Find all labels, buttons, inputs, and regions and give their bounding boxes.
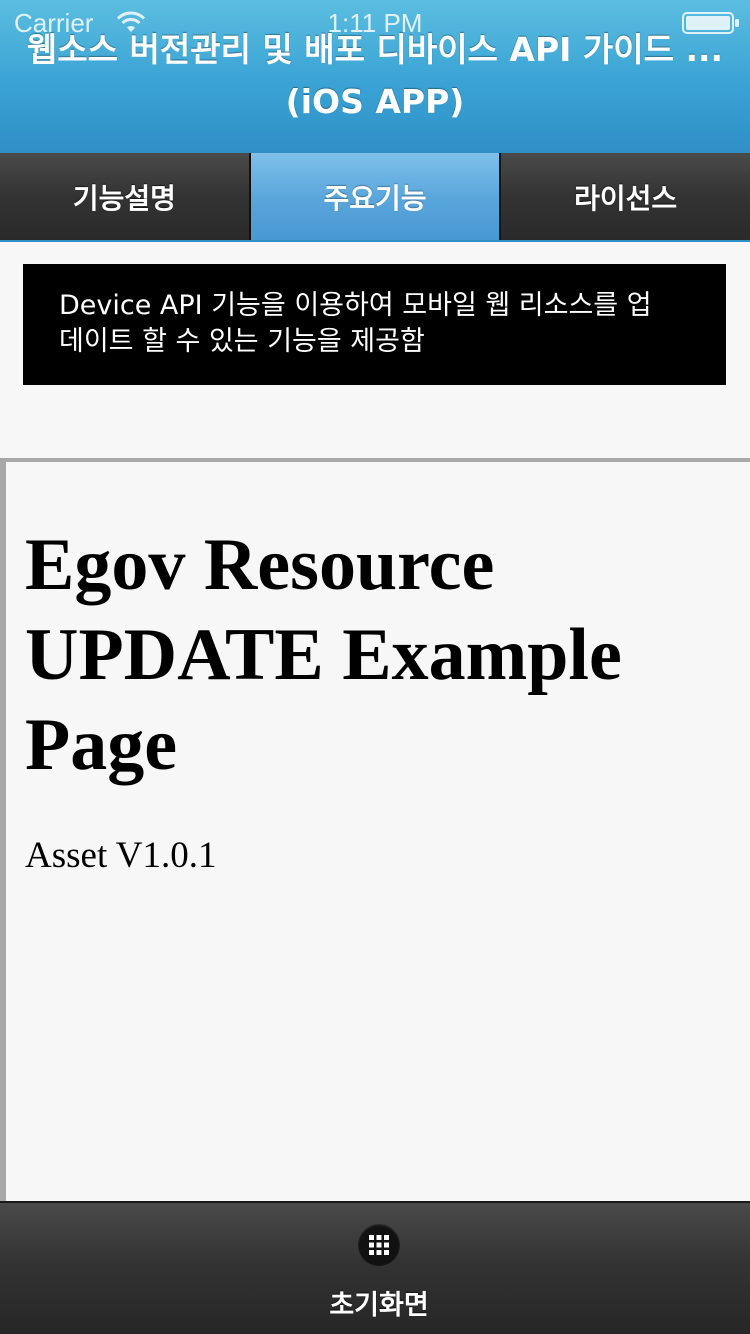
- description-line1: Device API 기능을 이용하여 모바일 웹 리소스를 업: [59, 290, 652, 321]
- page-title-line2: (iOS APP): [285, 82, 465, 121]
- grid-icon: [358, 1224, 400, 1266]
- web-page-heading-line3: Page: [25, 704, 178, 786]
- tab-main-features[interactable]: 주요기능: [250, 153, 502, 240]
- tab-feature-description[interactable]: 기능설명: [0, 153, 251, 240]
- tab-license[interactable]: 라이선스: [501, 153, 750, 240]
- battery-icon: [682, 12, 739, 34]
- web-page-heading-line1: Egov Resource: [25, 524, 495, 606]
- description-box: Device API 기능을 이용하여 모바일 웹 리소스를 업 데이트 할 수…: [23, 264, 726, 385]
- web-content-frame[interactable]: Egov Resource UPDATE Example Page Asset …: [0, 458, 750, 1203]
- web-page-heading-line2: UPDATE Example: [25, 614, 622, 696]
- description-line2: 데이트 할 수 있는 기능을 제공함: [59, 326, 425, 357]
- header-bar: 웹소스 버전관리 및 배포 디바이스 API 가이드 ... (iOS APP)…: [0, 0, 750, 154]
- asset-version-text: Asset V1.0.1: [25, 835, 217, 876]
- app-screen: 웹소스 버전관리 및 배포 디바이스 API 가이드 ... (iOS APP)…: [0, 0, 750, 1334]
- status-bar: Carrier 1:11 PM: [0, 0, 750, 40]
- bottom-toolbar: 초기화면: [0, 1201, 750, 1334]
- home-button[interactable]: 초기화면: [275, 1217, 475, 1327]
- web-page-heading: Egov Resource UPDATE Example Page: [25, 520, 725, 790]
- clock: 1:11 PM: [327, 8, 423, 38]
- tab-bar: 기능설명 주요기능 라이선스: [0, 153, 750, 242]
- home-button-label: 초기화면: [329, 1290, 429, 1321]
